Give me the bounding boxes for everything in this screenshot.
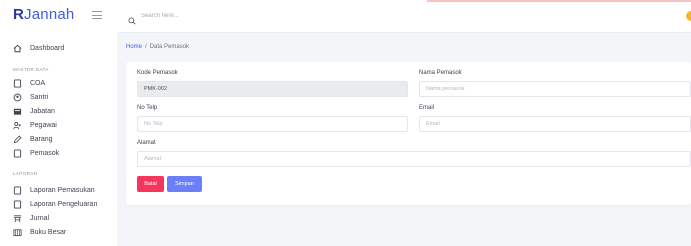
sidebar-item-label: Pemasok [30,149,60,157]
avatar[interactable] [686,11,691,21]
sidebar-item-buku-besar[interactable]: Buku Besar [13,225,66,239]
no-telp-field[interactable] [137,116,408,132]
form-card: Kode Pemasok Nama Pemasok No Telp Email … [126,62,691,205]
brand-logo[interactable]: RJannah [13,6,74,23]
alamat-field[interactable] [137,151,691,167]
hamburger-menu-icon[interactable] [92,11,102,19]
sidebar-item-barang[interactable]: Barang [13,132,53,146]
kode-pemasok-field[interactable] [137,81,408,97]
breadcrumb-home-link[interactable]: Home [126,44,142,50]
document-icon [13,78,22,88]
top-accent-bar [427,0,691,2]
sidebar-item-pegawai[interactable]: Pegawai [13,118,57,132]
document-icon [13,199,22,209]
ledger-icon [13,214,22,223]
pen-icon [13,135,22,144]
section-label-laporan: LAPORAN [13,171,38,176]
document-icon [13,148,22,158]
nama-pemasok-label: Nama Pemasok [419,70,462,76]
user-circle-icon [13,93,22,102]
sidebar-item-label: Santri [30,93,49,101]
breadcrumb: Home / Data Pemasok [126,44,189,50]
card-icon [13,107,22,116]
sidebar-item-jurnal[interactable]: Jurnal [13,211,49,225]
batal-button[interactable]: Batal [137,176,164,192]
sidebar-item-dashboard[interactable]: Dashboard [13,41,64,55]
simpan-button[interactable]: Simpan [167,176,202,192]
sidebar-item-label: Barang [30,135,53,143]
sidebar-item-label: Buku Besar [30,228,67,236]
top-bar [117,0,691,33]
sidebar-item-label: Pegawai [30,121,57,129]
sidebar-item-label: Laporan Pengeluaran [30,200,98,208]
kode-pemasok-label: Kode Pemasok [137,70,178,76]
alamat-label: Alamat [137,140,156,146]
home-icon [13,44,22,53]
sidebar-item-laporan-pengeluaran[interactable]: Laporan Pengeluaran [13,197,97,211]
users-icon [13,121,22,130]
no-telp-label: No Telp [137,105,158,111]
search-input[interactable] [141,9,341,23]
section-label-master-data: MASTER DATA [13,67,49,72]
sidebar-item-jabatan[interactable]: Jabatan [13,104,55,118]
sidebar-item-pemasok[interactable]: Pemasok [13,146,59,160]
breadcrumb-current: Data Pemasok [149,44,190,50]
sidebar-item-label: Dashboard [30,44,65,52]
sidebar-item-laporan-pemasukan[interactable]: Laporan Pemasukan [13,183,95,197]
search-icon[interactable] [128,12,136,25]
sidebar-item-label: Jabatan [30,107,55,115]
document-icon [13,185,22,195]
sidebar-item-coa[interactable]: COA [13,76,45,90]
sidebar-item-label: COA [30,79,46,87]
book-icon [13,228,22,237]
breadcrumb-separator: / [145,44,147,50]
sidebar: RJannah Dashboard MASTER DATA COA Santri… [0,0,117,246]
nama-pemasok-field[interactable] [419,81,691,97]
email-field[interactable] [419,116,691,132]
email-label: Email [419,105,435,111]
sidebar-item-santri[interactable]: Santri [13,90,48,104]
sidebar-item-label: Jurnal [30,214,50,222]
sidebar-item-label: Laporan Pemasukan [30,186,95,194]
